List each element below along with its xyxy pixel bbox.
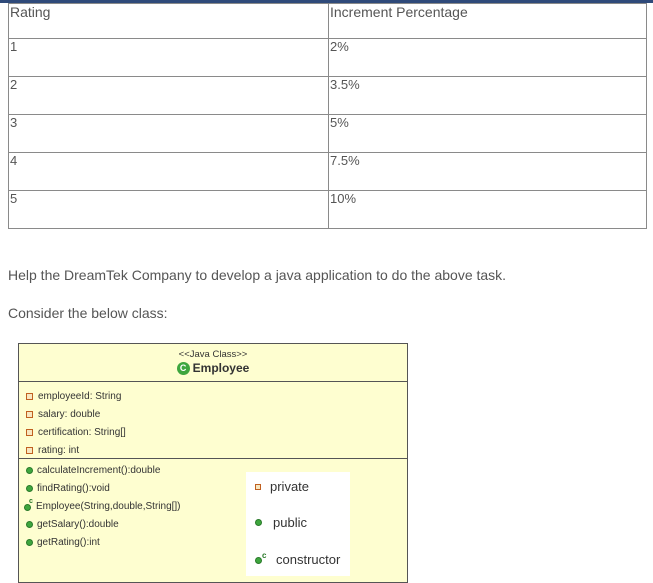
- private-icon: [255, 483, 261, 490]
- cell-increment: 2%: [328, 38, 647, 77]
- help-paragraph: Help the DreamTek Company to develop a j…: [8, 267, 507, 283]
- cell-rating: 4: [8, 152, 329, 191]
- uml-fields: employeeId: String salary: double certif…: [19, 382, 407, 459]
- uml-field: certification: String[]: [19, 423, 407, 441]
- field-text: salary: double: [38, 408, 101, 420]
- public-icon: [255, 519, 262, 526]
- header-rating: Rating: [8, 3, 329, 39]
- public-icon: [26, 484, 33, 492]
- uml-field: employeeId: String: [19, 387, 407, 405]
- cell-increment: 7.5%: [328, 152, 647, 191]
- uml-class-name: Employee: [192, 361, 250, 375]
- legend-private: private: [255, 479, 309, 494]
- method-text: calculateIncrement():double: [37, 464, 161, 476]
- private-icon: [26, 410, 33, 418]
- method-text: findRating():void: [37, 482, 110, 494]
- table-row: 1 2%: [8, 38, 647, 77]
- private-icon: [26, 392, 33, 400]
- method-text: getSalary():double: [37, 518, 119, 530]
- constructor-icon: c: [255, 551, 269, 565]
- private-icon: [26, 446, 33, 454]
- cell-rating: 3: [8, 114, 329, 153]
- method-text: Employee(String,double,String[]): [36, 500, 181, 512]
- uml-field: salary: double: [19, 405, 407, 423]
- public-icon: [26, 538, 33, 546]
- table-row: 3 5%: [8, 114, 647, 153]
- cell-increment: 5%: [328, 114, 647, 153]
- field-text: rating: int: [38, 444, 80, 456]
- cell-rating: 2: [8, 76, 329, 115]
- consider-paragraph: Consider the below class:: [8, 305, 168, 321]
- legend-public-label: public: [273, 515, 307, 530]
- field-text: certification: String[]: [38, 426, 126, 438]
- table-row: 2 3.5%: [8, 76, 647, 115]
- method-text: getRating():int: [37, 536, 100, 548]
- rating-table: Rating Increment Percentage 1 2% 2 3.5% …: [8, 3, 647, 229]
- legend-private-label: private: [270, 479, 310, 494]
- legend-public: public: [255, 515, 307, 530]
- uml-class-title: C Employee: [176, 361, 250, 375]
- table-header-row: Rating Increment Percentage: [8, 3, 647, 39]
- constructor-icon: c: [24, 498, 35, 511]
- cell-increment: 3.5%: [328, 76, 647, 115]
- uml-field: rating: int: [19, 441, 407, 459]
- public-icon: [26, 466, 33, 474]
- cell-rating: 1: [8, 38, 329, 77]
- uml-class-header: <<Java Class>> C Employee: [19, 344, 407, 382]
- private-icon: [26, 428, 33, 436]
- class-icon: C: [176, 361, 190, 375]
- legend-constructor-label: constructor: [276, 552, 341, 567]
- public-icon: [26, 520, 33, 528]
- uml-stereotype: <<Java Class>>: [178, 349, 248, 360]
- cell-increment: 10%: [328, 190, 647, 229]
- table-row: 4 7.5%: [8, 152, 647, 191]
- field-text: employeeId: String: [38, 390, 122, 402]
- cell-rating: 5: [8, 190, 329, 229]
- header-increment: Increment Percentage: [328, 3, 647, 39]
- legend-constructor: c constructor: [255, 551, 341, 567]
- visibility-legend: private public c constructor: [246, 472, 350, 576]
- table-row: 5 10%: [8, 190, 647, 229]
